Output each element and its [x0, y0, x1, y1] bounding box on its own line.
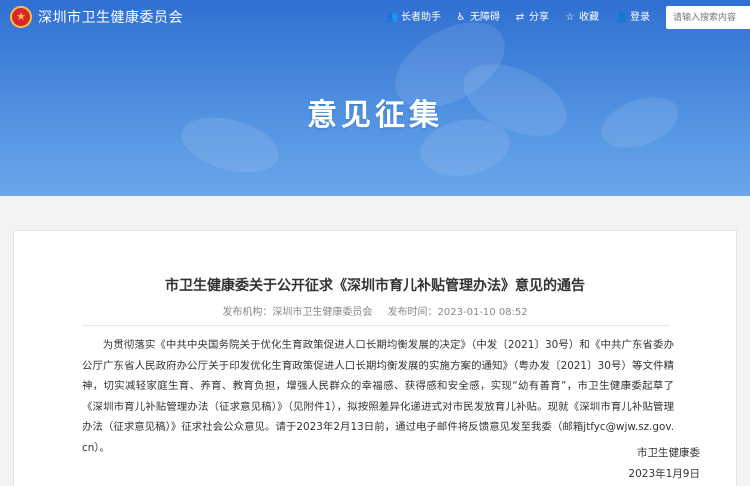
publisher-info: 发布机构：深圳市卫生健康委员会	[222, 307, 372, 318]
publish-time-value: 2023-01-10 08:52	[437, 307, 528, 318]
top-navigation-bar: ★ 深圳市卫生健康委员会 👥 长者助手 ♿ 无障碍 ⇄ 分享 ☆ 收藏 👤 登录	[0, 0, 750, 36]
login-link[interactable]: 👤 登录	[615, 10, 650, 26]
accessibility-link[interactable]: ♿ 无障碍	[455, 10, 500, 26]
share-label: 分享	[529, 12, 549, 23]
share-link[interactable]: ⇄ 分享	[514, 10, 549, 26]
article-body: 为贯彻落实《中共中央国务院关于优化生育政策促进人口长期均衡发展的决定》（中发〔2…	[82, 339, 674, 454]
publisher-value: 深圳市卫生健康委员会	[272, 307, 373, 318]
star-icon: ☆	[565, 12, 575, 23]
banner: ★ 深圳市卫生健康委员会 👥长者助手 ♿ 无障碍 ⇄ 分享 ☆ 收藏 👤登录 意见征集	[0, 0, 750, 196]
article-title: 市卫生健康委关于公开征求《深圳市育儿补贴管理办法》意见的通告	[165, 278, 585, 294]
article-signature: 市卫生健康委	[637, 447, 700, 459]
share-icon: ⇄	[515, 12, 525, 23]
favorite-label: 收藏	[579, 12, 599, 23]
article-date: 2023年1月9日	[628, 468, 700, 480]
elder-helper-icon: 👥	[386, 12, 399, 23]
article-meta: 发布机构：深圳市卫生健康委员会 发布时间：2023-01-10 08:52	[0, 306, 750, 320]
elder-helper-link[interactable]: 👥 长者助手	[386, 10, 441, 26]
banner-title: 意见征集	[307, 98, 443, 133]
publish-time-label: 发布时间：	[387, 307, 438, 318]
accessibility-label: 无障碍	[470, 12, 500, 23]
elder-helper-label: 长者助手	[401, 12, 441, 23]
accessibility-icon: ♿	[456, 12, 466, 23]
favorite-link[interactable]: ☆ 收藏	[564, 10, 599, 26]
user-icon: 👤	[615, 12, 628, 23]
publisher-label: 发布机构：	[222, 307, 273, 318]
search-input[interactable]	[666, 6, 750, 29]
login-label: 登录	[630, 12, 650, 23]
site-name[interactable]: 深圳市卫生健康委员会	[38, 9, 183, 27]
publish-time-info: 发布时间：2023-01-10 08:52	[388, 307, 528, 318]
national-emblem-icon: ★	[10, 6, 32, 28]
divider	[82, 325, 670, 326]
